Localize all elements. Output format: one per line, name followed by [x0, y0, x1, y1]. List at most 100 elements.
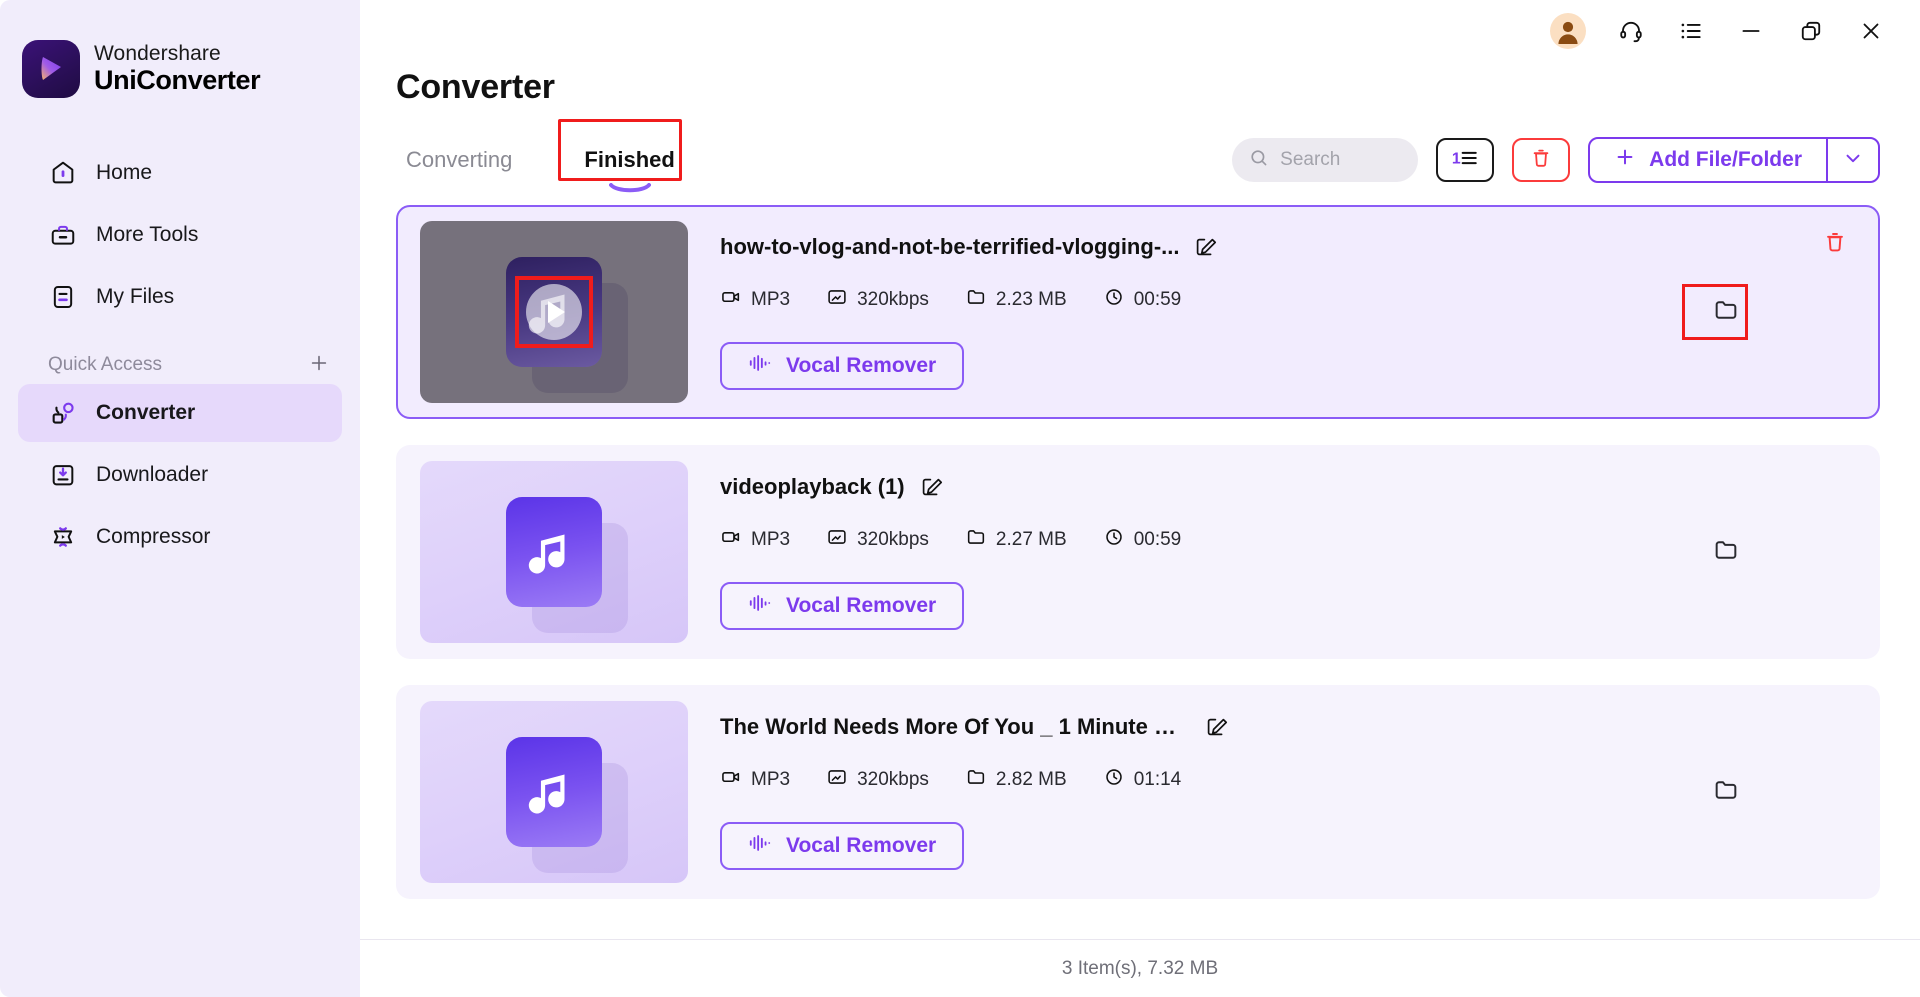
- search-box[interactable]: [1232, 138, 1419, 182]
- file-duration: 00:59: [1103, 526, 1181, 554]
- plus-icon[interactable]: [308, 352, 330, 378]
- tab-label: Converting: [406, 147, 513, 172]
- file-lines-icon: [48, 282, 78, 312]
- video-camera-icon: [720, 766, 742, 794]
- search-input[interactable]: [1280, 149, 1403, 171]
- file-card[interactable]: videoplayback (1) MP3 320kbps 2.27 MB 00…: [396, 445, 1880, 659]
- headset-icon[interactable]: [1616, 16, 1646, 46]
- file-name-row: how-to-vlog-and-not-be-terrified-vloggin…: [720, 234, 1856, 260]
- quick-access-label: Quick Access: [48, 354, 163, 375]
- file-list: how-to-vlog-and-not-be-terrified-vloggin…: [360, 191, 1920, 939]
- edit-pencil-icon[interactable]: [919, 475, 943, 499]
- tabs-and-toolbar: Converting Finished Search 1 Add File/Fo…: [360, 119, 1920, 193]
- waveform-icon: [748, 592, 772, 620]
- open-folder-button[interactable]: [1706, 772, 1746, 812]
- folder-icon: [965, 526, 987, 554]
- file-size: 2.27 MB: [965, 526, 1067, 554]
- window-controls: [360, 0, 1920, 62]
- page-title: Converter: [396, 68, 555, 106]
- file-size-value: 2.82 MB: [995, 769, 1067, 790]
- file-card[interactable]: The World Needs More Of You _ 1 Minute M…: [396, 685, 1880, 899]
- sidebar: Wondershare UniConverter Home More Tools…: [0, 0, 360, 997]
- file-info: The World Needs More Of You _ 1 Minute M…: [688, 714, 1856, 870]
- music-note-tile: [506, 737, 602, 847]
- file-thumbnail[interactable]: [420, 221, 688, 403]
- file-meta: MP3 320kbps: [720, 286, 1856, 314]
- edit-pencil-icon[interactable]: [1204, 715, 1228, 739]
- open-folder-icon: [1712, 776, 1740, 809]
- sort-list-button[interactable]: 1: [1436, 138, 1495, 182]
- add-dropdown-button[interactable]: [1826, 139, 1878, 181]
- sidebar-item-converter[interactable]: Converter: [18, 384, 342, 442]
- delete-all-button[interactable]: [1512, 138, 1571, 182]
- sidebar-item-home[interactable]: Home: [18, 144, 342, 202]
- video-camera-icon: [720, 526, 742, 554]
- file-thumbnail[interactable]: [420, 461, 688, 643]
- sidebar-item-my-files[interactable]: My Files: [18, 268, 342, 326]
- status-bar: 3 Item(s), 7.32 MB: [360, 939, 1920, 997]
- vocal-remover-button[interactable]: Vocal Remover: [720, 342, 965, 390]
- download-icon: [48, 460, 78, 490]
- file-size-value: 2.23 MB: [995, 289, 1067, 310]
- quick-access-header: Quick Access: [48, 352, 330, 378]
- resolution-icon: [826, 526, 848, 554]
- brand-logo-area: Wondershare UniConverter: [0, 34, 360, 104]
- status-summary: 3 Item(s), 7.32 MB: [1061, 957, 1219, 979]
- play-icon[interactable]: [526, 284, 582, 340]
- vocal-remover-button[interactable]: Vocal Remover: [720, 582, 965, 630]
- restore-window-icon[interactable]: [1796, 16, 1826, 46]
- plus-icon: [1614, 146, 1636, 174]
- sidebar-item-label: Home: [96, 161, 153, 184]
- file-duration-value: 00:59: [1133, 289, 1182, 310]
- trash-icon: [1529, 146, 1553, 175]
- waveform-icon: [748, 352, 772, 380]
- file-duration: 00:59: [1103, 286, 1182, 314]
- brand-text: Wondershare UniConverter: [94, 43, 261, 96]
- tab-finished[interactable]: Finished: [558, 119, 684, 193]
- list-menu-icon[interactable]: [1676, 16, 1706, 46]
- file-thumbnail[interactable]: [420, 701, 688, 883]
- uniconverter-play-logo-icon: [22, 40, 80, 98]
- file-meta: MP3 320kbps: [720, 766, 1856, 794]
- tab-converting[interactable]: Converting: [396, 143, 522, 177]
- brand-line-2: UniConverter: [94, 65, 261, 96]
- account-avatar-icon[interactable]: [1550, 13, 1586, 49]
- vocal-remover-label: Vocal Remover: [786, 354, 937, 377]
- file-card[interactable]: how-to-vlog-and-not-be-terrified-vloggin…: [396, 205, 1880, 419]
- add-file-folder-button[interactable]: Add File/Folder: [1588, 137, 1880, 183]
- delete-file-button[interactable]: [1822, 229, 1848, 260]
- open-folder-button[interactable]: [1706, 292, 1746, 332]
- file-name: The World Needs More Of You _ 1 Minute M…: [720, 714, 1190, 739]
- resolution-icon: [826, 766, 848, 794]
- sidebar-item-label: Compressor: [96, 525, 211, 548]
- file-size-value: 2.27 MB: [995, 529, 1067, 550]
- file-format: MP3: [720, 766, 790, 794]
- file-size: 2.23 MB: [965, 286, 1067, 314]
- file-format-value: MP3: [751, 769, 791, 790]
- chevron-down-icon: [1842, 147, 1864, 174]
- resolution-icon: [826, 286, 848, 314]
- sidebar-item-more-tools[interactable]: More Tools: [18, 206, 342, 264]
- clock-icon: [1103, 286, 1125, 314]
- main-panel: Converter Converting Finished Search 1 A…: [360, 0, 1920, 997]
- file-name-row: The World Needs More Of You _ 1 Minute M…: [720, 714, 1856, 740]
- file-size: 2.82 MB: [965, 766, 1067, 794]
- minimize-icon[interactable]: [1736, 16, 1766, 46]
- sidebar-item-compressor[interactable]: Compressor: [18, 508, 342, 566]
- file-duration-value: 01:14: [1133, 769, 1182, 790]
- close-icon[interactable]: [1856, 16, 1886, 46]
- add-file-folder-label: Add File/Folder: [1649, 148, 1802, 171]
- home-icon: [48, 158, 78, 188]
- edit-pencil-icon[interactable]: [1193, 235, 1217, 259]
- music-note-tile: [506, 497, 602, 607]
- file-bitrate: 320kbps: [826, 526, 929, 554]
- add-file-folder-label-area: Add File/Folder: [1590, 139, 1826, 181]
- vocal-remover-button[interactable]: Vocal Remover: [720, 822, 965, 870]
- file-bitrate: 320kbps: [826, 766, 929, 794]
- file-bitrate: 320kbps: [826, 286, 929, 314]
- file-format-value: MP3: [751, 289, 791, 310]
- sidebar-item-downloader[interactable]: Downloader: [18, 446, 342, 504]
- folder-icon: [965, 766, 987, 794]
- open-folder-button[interactable]: [1706, 532, 1746, 572]
- file-bitrate-value: 320kbps: [857, 289, 929, 310]
